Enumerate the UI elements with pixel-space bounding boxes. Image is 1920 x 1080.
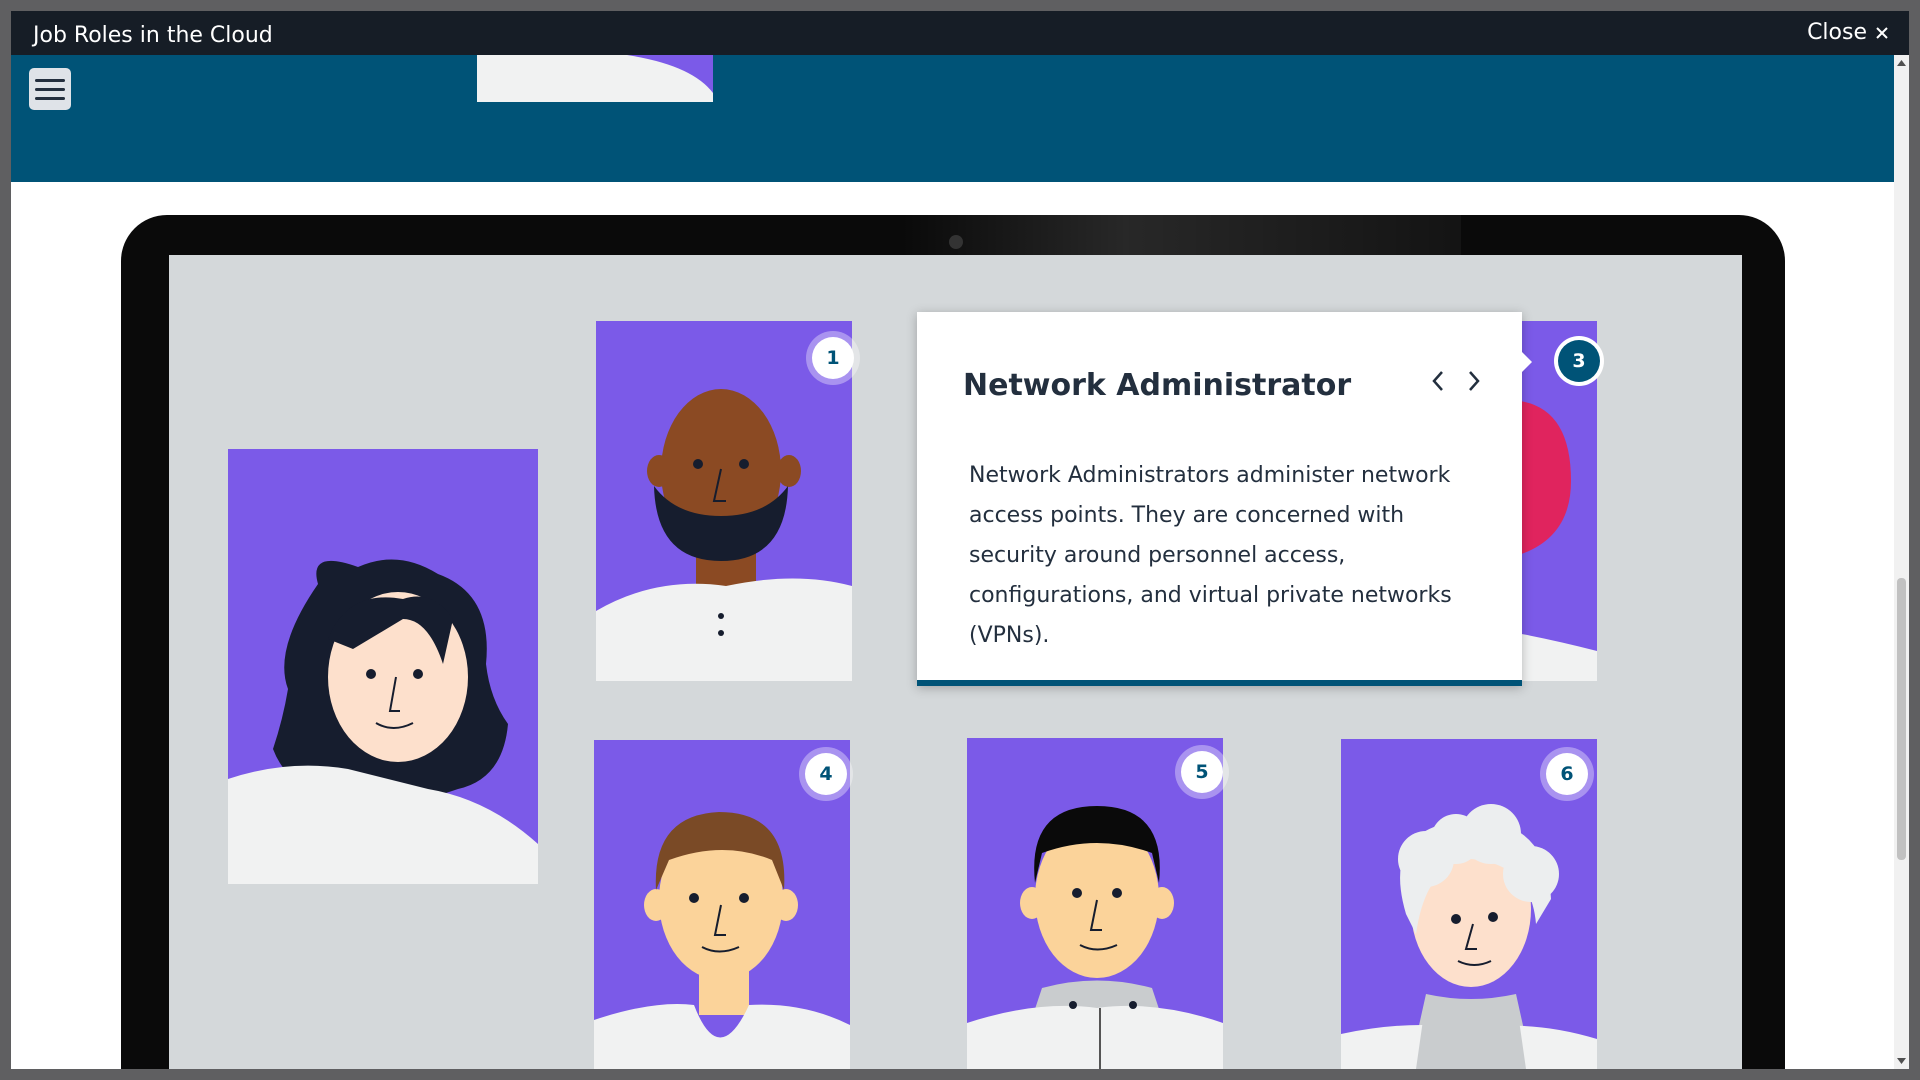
marker-5[interactable]: 5 bbox=[1181, 751, 1223, 793]
scroll-down-arrow-icon[interactable] bbox=[1897, 1057, 1906, 1065]
menu-icon bbox=[35, 78, 65, 82]
content-area: 1 3 4 5 6 Network Administrator Network … bbox=[11, 182, 1894, 1069]
chevron-right-icon[interactable] bbox=[1459, 364, 1489, 398]
avatar-card-1 bbox=[596, 321, 852, 681]
camera-dot bbox=[949, 235, 963, 249]
marker-6[interactable]: 6 bbox=[1546, 753, 1588, 795]
popup-description: Network Administrators administer networ… bbox=[969, 463, 1452, 648]
bearded-man-avatar bbox=[596, 389, 852, 681]
modal-window: Job Roles in the Cloud Close 1 3 4 5 6 N… bbox=[11, 11, 1909, 1069]
woman-avatar bbox=[228, 559, 538, 884]
scroll-thumb[interactable] bbox=[1897, 578, 1906, 860]
close-label: Close bbox=[1807, 20, 1867, 45]
banner-illustration bbox=[477, 55, 713, 102]
marker-4[interactable]: 4 bbox=[805, 753, 847, 795]
avatar-card-main bbox=[228, 449, 538, 884]
close-icon bbox=[1876, 26, 1888, 39]
menu-button[interactable] bbox=[29, 68, 71, 110]
close-button[interactable]: Close bbox=[1807, 20, 1889, 45]
black-hair-man-avatar bbox=[967, 806, 1223, 1069]
chevron-left-icon[interactable] bbox=[1423, 364, 1453, 398]
vertical-scrollbar[interactable] bbox=[1894, 55, 1909, 1069]
marker-1[interactable]: 1 bbox=[812, 337, 854, 379]
popup-title: Network Administrator bbox=[963, 368, 1352, 403]
scroll-up-arrow-icon[interactable] bbox=[1897, 59, 1906, 67]
title-bar: Job Roles in the Cloud Close bbox=[11, 11, 1909, 55]
marker-3[interactable]: 3 bbox=[1558, 340, 1600, 382]
window-title: Job Roles in the Cloud bbox=[33, 23, 273, 48]
role-popup: Network Administrator Network Administra… bbox=[917, 312, 1532, 686]
avatar-card-5 bbox=[967, 738, 1223, 1069]
course-banner bbox=[11, 55, 1894, 182]
